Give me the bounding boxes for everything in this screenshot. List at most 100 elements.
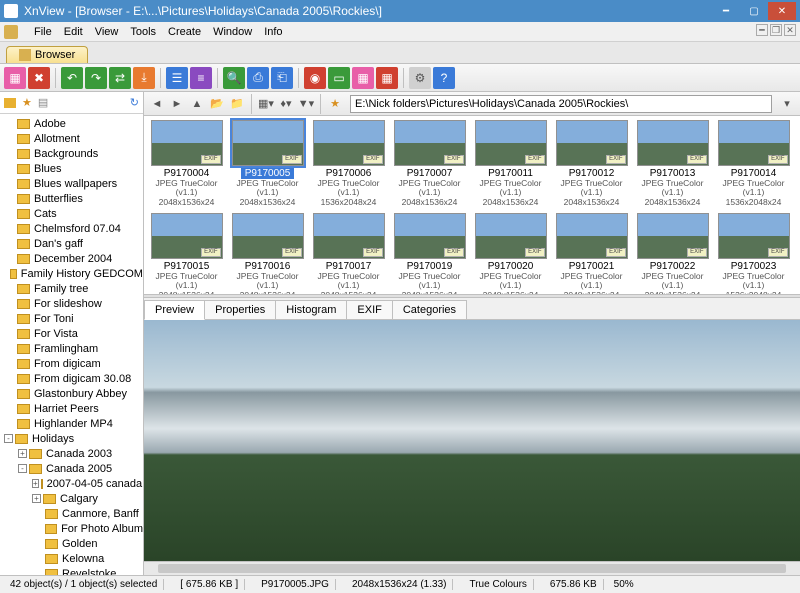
slideshow-icon[interactable]: ✖ xyxy=(28,67,50,89)
tree-item[interactable]: Chelmsford 07.04 xyxy=(0,221,143,236)
thumbnail[interactable]: P9170016JPEG TrueColor (v1.1)2048x1536x2… xyxy=(229,213,306,294)
thumbnail[interactable]: P9170014JPEG TrueColor (v1.1)1536x2048x2… xyxy=(715,120,792,207)
menu-window[interactable]: Window xyxy=(213,26,252,38)
tree-item[interactable]: Butterflies xyxy=(0,191,143,206)
path-field[interactable]: E:\Nick folders\Pictures\Holidays\Canada… xyxy=(350,95,772,113)
tree-item[interactable]: +Calgary xyxy=(0,491,143,506)
tree-item[interactable]: -Canada 2005 xyxy=(0,461,143,476)
rotate-right-icon[interactable]: ↷ xyxy=(85,67,107,89)
folder-tree[interactable]: AdobeAllotmentBackgroundsBluesBlues wall… xyxy=(0,114,143,575)
tree-item[interactable]: Backgrounds xyxy=(0,146,143,161)
horizontal-scrollbar[interactable] xyxy=(144,561,800,575)
thumbnail[interactable]: P9170017JPEG TrueColor (v1.1)2048x1536x2… xyxy=(310,213,387,294)
thumbnail[interactable]: P9170006JPEG TrueColor (v1.1)1536x2048x2… xyxy=(310,120,387,207)
tree-item[interactable]: Canmore, Banff xyxy=(0,506,143,521)
search-icon[interactable]: 🔍 xyxy=(223,67,245,89)
menu-edit[interactable]: Edit xyxy=(64,26,83,38)
mdi-close-button[interactable]: ✕ xyxy=(784,24,796,36)
menu-file[interactable]: File xyxy=(34,26,52,38)
tree-item[interactable]: Harriet Peers xyxy=(0,401,143,416)
convert-icon[interactable]: ⇄ xyxy=(109,67,131,89)
menu-view[interactable]: View xyxy=(95,26,119,38)
tree-item[interactable]: Family History GEDCOM xyxy=(0,266,143,281)
up-icon[interactable]: ▲ xyxy=(188,95,206,113)
thumbnail[interactable]: P9170007JPEG TrueColor (v1.1)2048x1536x2… xyxy=(391,120,468,207)
tree-item[interactable]: +2007-04-05 canada 20 xyxy=(0,476,143,491)
tree-item[interactable]: Blues wallpapers xyxy=(0,176,143,191)
forward-icon[interactable]: ► xyxy=(168,95,186,113)
thumbnail[interactable]: P9170004JPEG TrueColor (v1.1)2048x1536x2… xyxy=(148,120,225,207)
new-folder-icon[interactable]: 📁 xyxy=(228,95,246,113)
tree-item[interactable]: For Photo Album xyxy=(0,521,143,536)
thumbnail[interactable]: P9170015JPEG TrueColor (v1.1)2048x1536x2… xyxy=(148,213,225,294)
tree-item[interactable]: From digicam xyxy=(0,356,143,371)
path-dropdown-icon[interactable]: ▾ xyxy=(778,95,796,113)
camera-icon[interactable]: ◉ xyxy=(304,67,326,89)
menu-info[interactable]: Info xyxy=(264,26,282,38)
thumbnail[interactable]: P9170023JPEG TrueColor (v1.1)1536x2048x2… xyxy=(715,213,792,294)
help-icon[interactable]: ? xyxy=(433,67,455,89)
tree-item[interactable]: Blues xyxy=(0,161,143,176)
tab-preview[interactable]: Preview xyxy=(144,300,205,320)
filter-icon[interactable]: ▼▾ xyxy=(297,95,315,113)
contact-icon[interactable]: ▦ xyxy=(376,67,398,89)
scan-icon[interactable]: ⎗ xyxy=(271,67,293,89)
thumbnail[interactable]: P9170022JPEG TrueColor (v1.1)2048x1536x2… xyxy=(634,213,711,294)
tree-item[interactable]: Kelowna xyxy=(0,551,143,566)
thumbnail[interactable]: P9170011JPEG TrueColor (v1.1)2048x1536x2… xyxy=(472,120,549,207)
back-icon[interactable]: ◄ xyxy=(148,95,166,113)
favorite-icon[interactable]: ★ xyxy=(22,96,32,109)
thumbnail[interactable]: P9170019JPEG TrueColor (v1.1)2048x1536x2… xyxy=(391,213,468,294)
tree-item[interactable]: For Vista xyxy=(0,326,143,341)
print-icon[interactable]: ⎙ xyxy=(247,67,269,89)
minimize-button[interactable]: ━ xyxy=(712,2,740,20)
tree-item[interactable]: Cats xyxy=(0,206,143,221)
tree-item[interactable]: For slideshow xyxy=(0,296,143,311)
batch-icon[interactable]: ⤓ xyxy=(133,67,155,89)
tree-item[interactable]: +Canada 2003 xyxy=(0,446,143,461)
thumbnail[interactable]: P9170005JPEG TrueColor (v1.1)2048x1536x2… xyxy=(229,120,306,207)
tree-item[interactable]: -Holidays xyxy=(0,431,143,446)
rotate-left-icon[interactable]: ↶ xyxy=(61,67,83,89)
settings-icon[interactable]: ⚙ xyxy=(409,67,431,89)
close-button[interactable]: ✕ xyxy=(768,2,796,20)
web-icon[interactable]: ▦ xyxy=(352,67,374,89)
tree-item[interactable]: For Toni xyxy=(0,311,143,326)
thumbnail-grid[interactable]: P9170004JPEG TrueColor (v1.1)2048x1536x2… xyxy=(144,116,800,294)
tree-item[interactable]: December 2004 xyxy=(0,251,143,266)
thumbnail[interactable]: P9170012JPEG TrueColor (v1.1)2048x1536x2… xyxy=(553,120,630,207)
sort-icon[interactable]: ♦▾ xyxy=(277,95,295,113)
thumbnail[interactable]: P9170020JPEG TrueColor (v1.1)2048x1536x2… xyxy=(472,213,549,294)
fullscreen-icon[interactable]: ▦ xyxy=(4,67,26,89)
tree-item[interactable]: Family tree xyxy=(0,281,143,296)
tab-browser[interactable]: Browser xyxy=(6,46,88,63)
tab-properties[interactable]: Properties xyxy=(204,300,276,319)
view-list-icon[interactable]: ☰ xyxy=(166,67,188,89)
folder-icon[interactable] xyxy=(4,98,16,108)
screen-icon[interactable]: ▭ xyxy=(328,67,350,89)
mdi-restore-button[interactable]: ❐ xyxy=(770,24,782,36)
thumbnail[interactable]: P9170021JPEG TrueColor (v1.1)2048x1536x2… xyxy=(553,213,630,294)
view-details-icon[interactable]: ≡ xyxy=(190,67,212,89)
menu-create[interactable]: Create xyxy=(168,26,201,38)
tab-categories[interactable]: Categories xyxy=(392,300,467,319)
preview-image[interactable] xyxy=(144,320,800,561)
open-folder-icon[interactable]: 📂 xyxy=(208,95,226,113)
tab-histogram[interactable]: Histogram xyxy=(275,300,347,319)
tree-item[interactable]: Allotment xyxy=(0,131,143,146)
refresh-icon[interactable]: ↻ xyxy=(130,96,139,109)
tree-item[interactable]: Dan's gaff xyxy=(0,236,143,251)
tag-icon[interactable]: ★ xyxy=(326,95,344,113)
tree-item[interactable]: Adobe xyxy=(0,116,143,131)
tree-item[interactable]: Highlander MP4 xyxy=(0,416,143,431)
tree-item[interactable]: Revelstoke xyxy=(0,566,143,575)
thumbnail[interactable]: P9170013JPEG TrueColor (v1.1)2048x1536x2… xyxy=(634,120,711,207)
tree-item[interactable]: Golden xyxy=(0,536,143,551)
mdi-minimize-button[interactable]: ━ xyxy=(756,24,768,36)
maximize-button[interactable]: ▢ xyxy=(740,2,768,20)
tree-item[interactable]: Framlingham xyxy=(0,341,143,356)
drive-icon[interactable]: ▤ xyxy=(38,96,48,109)
menu-tools[interactable]: Tools xyxy=(130,26,156,38)
tree-item[interactable]: From digicam 30.08 xyxy=(0,371,143,386)
view-mode-icon[interactable]: ▦▾ xyxy=(257,95,275,113)
